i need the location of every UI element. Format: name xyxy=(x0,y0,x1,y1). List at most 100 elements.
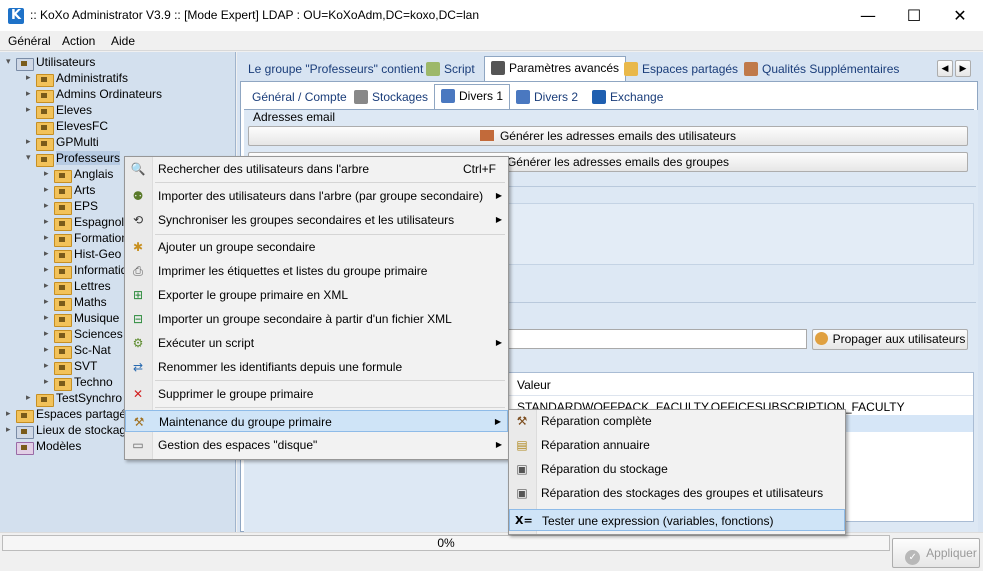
tab-misc-2[interactable]: Divers 2 xyxy=(510,86,584,108)
tab-group-content[interactable]: Le groupe "Professeurs" contient xyxy=(242,58,429,80)
expand-icon[interactable]: ▸ xyxy=(26,73,36,83)
sync-icon: ⟲ xyxy=(132,213,144,227)
propagate-to-users-button[interactable]: Propager aux utilisateurs xyxy=(812,329,968,350)
expand-icon[interactable]: ▸ xyxy=(44,361,54,371)
menu-item-disk-spaces[interactable]: ▭ Gestion des espaces "disque" ▶ xyxy=(125,434,508,456)
tab-scroll-right-icon[interactable]: ▶ xyxy=(955,60,971,77)
expand-icon[interactable]: ▸ xyxy=(44,217,54,227)
tree-subgroup[interactable]: ▸ Anglais xyxy=(44,166,113,183)
tab-advanced-settings[interactable]: Paramètres avancés xyxy=(484,56,627,81)
submenu-item-storage-repair[interactable]: ▣ Réparation du stockage xyxy=(509,458,845,480)
menu-item-export-xml[interactable]: ⊞ Exporter le groupe primaire en XML xyxy=(125,284,508,306)
expand-icon[interactable]: ▸ xyxy=(44,201,54,211)
menu-item-add-secondary-group[interactable]: ✱ Ajouter un groupe secondaire xyxy=(125,236,508,258)
group-folder-icon xyxy=(54,360,72,375)
tree-subgroup[interactable]: ▸ SVT xyxy=(44,358,97,375)
menu-item-import-users[interactable]: ⚉ Importer des utilisateurs dans l'arbre… xyxy=(125,185,508,207)
expand-icon[interactable]: ▸ xyxy=(44,313,54,323)
expand-icon[interactable]: ▸ xyxy=(44,233,54,243)
tab-shared-spaces[interactable]: Espaces partagés xyxy=(618,58,744,80)
collapse-icon[interactable]: ▾ xyxy=(26,153,36,163)
expand-icon[interactable]: ▸ xyxy=(44,329,54,339)
expand-icon[interactable]: ▸ xyxy=(44,281,54,291)
storage-icon xyxy=(354,90,368,104)
tree-subgroup[interactable]: ▸ Techno xyxy=(44,374,113,391)
tree-subgroup[interactable]: ▸ Sc-Nat xyxy=(44,342,111,359)
group-folder-icon xyxy=(54,248,72,263)
expand-icon[interactable]: ▸ xyxy=(26,105,36,115)
tree-label-selected: Professeurs xyxy=(56,151,121,165)
tree-subgroup[interactable]: ▸ Musique xyxy=(44,310,119,327)
collapse-icon[interactable]: ▾ xyxy=(6,57,16,67)
tab-script[interactable]: Script xyxy=(420,58,481,80)
tab-general-account[interactable]: Général / Compte xyxy=(246,86,353,108)
tab-storages[interactable]: Stockages xyxy=(348,86,434,108)
expand-icon[interactable]: ▸ xyxy=(26,137,36,147)
menu-item-rename-ids[interactable]: ⇄ Renommer les identifiants depuis une f… xyxy=(125,356,508,378)
group-folder-icon xyxy=(54,376,72,391)
tree-label: Formation xyxy=(74,231,129,245)
menu-item-search-users[interactable]: 🔍 Rechercher des utilisateurs dans l'arb… xyxy=(125,158,508,180)
rename-icon: ⇄ xyxy=(132,360,144,374)
misc-settings-icon xyxy=(441,89,455,103)
tree-group-professeurs[interactable]: ▾ Professeurs xyxy=(26,150,121,167)
menu-item-run-script[interactable]: ⚙ Exécuter un script ▶ xyxy=(125,332,508,354)
group-folder-icon xyxy=(36,392,54,407)
submenu-item-directory-repair[interactable]: ▤ Réparation annuaire xyxy=(509,434,845,456)
menu-item-maintenance[interactable]: ⚒ Maintenance du groupe primaire ▶ xyxy=(125,410,508,432)
maximize-button[interactable]: ☐ xyxy=(891,0,937,31)
generate-user-emails-button[interactable]: Générer les adresses emails des utilisat… xyxy=(248,126,968,146)
tab-misc-1[interactable]: Divers 1 xyxy=(434,84,511,109)
tree-group-testsynchro[interactable]: ▸ TestSynchro xyxy=(26,390,122,407)
expand-icon[interactable]: ▸ xyxy=(44,297,54,307)
tree-group-administratifs[interactable]: ▸ Administratifs xyxy=(26,70,128,87)
storage-groups-icon: ▣ xyxy=(516,486,528,500)
expand-icon[interactable]: ▸ xyxy=(44,377,54,387)
submenu-item-test-expression[interactable]: X= Tester une expression (variables, fon… xyxy=(509,509,845,531)
delete-icon: ✕ xyxy=(132,387,144,401)
expand-icon[interactable]: ▸ xyxy=(44,345,54,355)
tab-extra-qualities[interactable]: Qualités Supplémentaires xyxy=(738,58,905,80)
menu-action[interactable]: Action xyxy=(62,34,95,48)
tree-subgroup[interactable]: ▸ EPS xyxy=(44,198,98,215)
group-folder-icon xyxy=(54,184,72,199)
tree-subgroup[interactable]: ▸ Maths xyxy=(44,294,107,311)
tree-root-models[interactable]: Modèles xyxy=(6,438,81,455)
expand-icon[interactable]: ▸ xyxy=(26,89,36,99)
tree-group-elevesfc[interactable]: ElevesFC xyxy=(26,118,108,135)
tree-subgroup[interactable]: ▸ Sciences xyxy=(44,326,123,343)
expand-icon[interactable]: ▸ xyxy=(44,169,54,179)
submenu-item-full-repair[interactable]: ⚒ Réparation complète xyxy=(509,410,845,432)
menu-item-print-labels[interactable]: ⎙ Imprimer les étiquettes et listes du g… xyxy=(125,260,508,282)
tree-root-shared-spaces[interactable]: ▸ Espaces partagés xyxy=(6,406,132,423)
tree-group-admins-ordinateurs[interactable]: ▸ Admins Ordinateurs xyxy=(26,86,162,103)
expand-icon[interactable]: ▸ xyxy=(6,425,16,435)
expand-icon[interactable]: ▸ xyxy=(44,249,54,259)
menu-item-import-xml[interactable]: ⊟ Importer un groupe secondaire à partir… xyxy=(125,308,508,330)
submenu-item-groups-storage-repair[interactable]: ▣ Réparation des stockages des groupes e… xyxy=(509,482,845,504)
tree-group-eleves[interactable]: ▸ Eleves xyxy=(26,102,92,119)
tree-root-storage[interactable]: ▸ Lieux de stockage xyxy=(6,422,133,439)
apply-button[interactable]: ✓ Appliquer xyxy=(892,538,980,568)
users-icon xyxy=(744,62,758,76)
tree-subgroup[interactable]: ▸ Lettres xyxy=(44,278,111,295)
tab-exchange[interactable]: Exchange xyxy=(586,86,669,108)
tree-root-users[interactable]: ▾ Utilisateurs xyxy=(6,54,95,71)
tree-subgroup[interactable]: ▸ Hist-Geo xyxy=(44,246,121,263)
expand-icon[interactable]: ▸ xyxy=(6,409,16,419)
tree-subgroup[interactable]: ▸ Arts xyxy=(44,182,95,199)
menu-item-delete-group[interactable]: ✕ Supprimer le groupe primaire xyxy=(125,383,508,405)
tree-subgroup[interactable]: ▸ Espagnol xyxy=(44,214,124,231)
menu-item-sync-groups[interactable]: ⟲ Synchroniser les groupes secondaires e… xyxy=(125,209,508,231)
minimize-button[interactable]: — xyxy=(845,0,891,31)
close-button[interactable]: ✕ xyxy=(937,0,983,31)
tree-group-gpmulti[interactable]: ▸ GPMulti xyxy=(26,134,99,151)
tab-scroll-left-icon[interactable]: ◀ xyxy=(937,60,953,77)
tree-subgroup[interactable]: ▸ Formation xyxy=(44,230,129,247)
menu-general[interactable]: Général xyxy=(8,34,51,48)
value-input[interactable] xyxy=(505,329,807,349)
expand-icon[interactable]: ▸ xyxy=(44,265,54,275)
expand-icon[interactable]: ▸ xyxy=(26,393,36,403)
menu-help[interactable]: Aide xyxy=(111,34,135,48)
expand-icon[interactable]: ▸ xyxy=(44,185,54,195)
